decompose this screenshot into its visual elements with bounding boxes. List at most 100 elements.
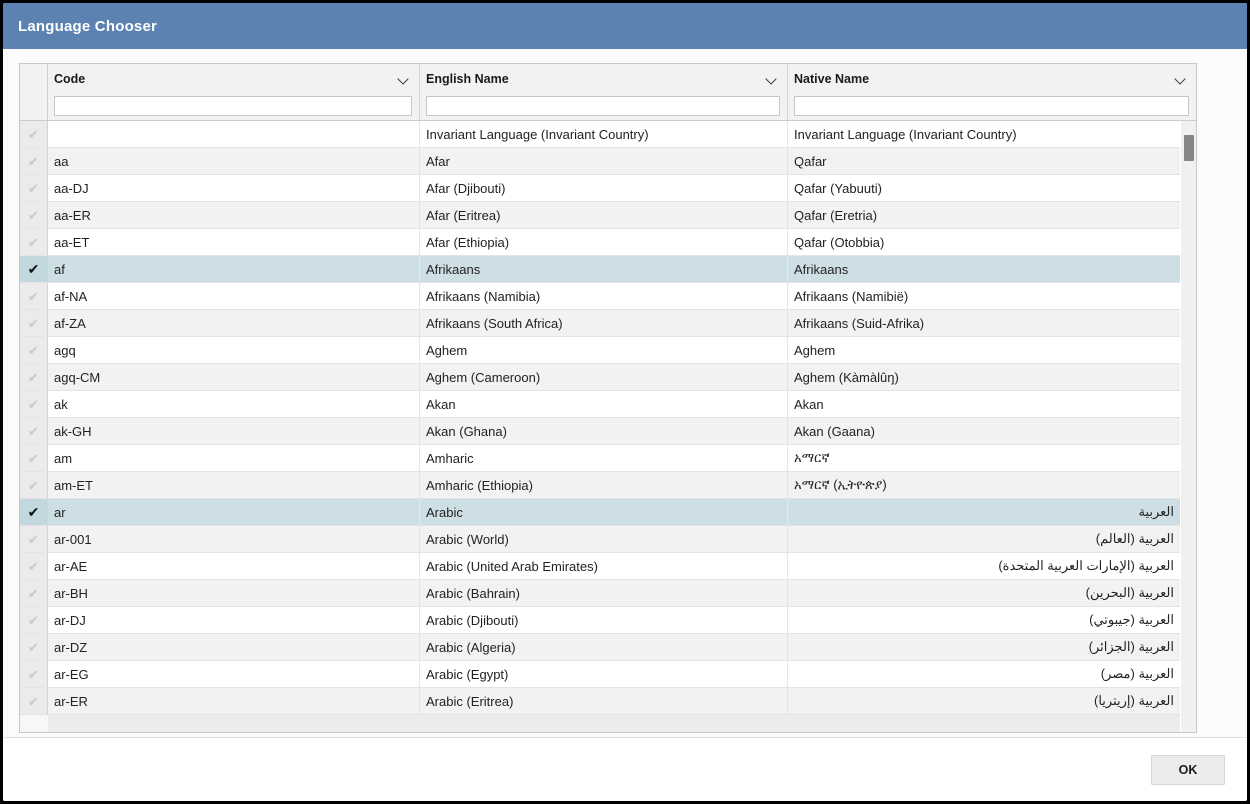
column-header-native[interactable]: Native Name [788,64,1196,120]
table-row[interactable]: ✔agqAghemAghem [20,337,1180,364]
row-checkbox-cell[interactable]: ✔ [20,337,48,363]
table-row[interactable]: ✔af-ZAAfrikaans (South Africa)Afrikaans … [20,310,1180,337]
table-row[interactable]: ✔aa-ERAfar (Eritrea)Qafar (Eretria) [20,202,1180,229]
cell-native-name: Afrikaans [788,256,1180,282]
vertical-scrollbar-thumb[interactable] [1184,135,1194,161]
table-row[interactable]: ✔ar-DZArabic (Algeria)العربية (الجزائر) [20,634,1180,661]
cell-english-name: Afrikaans (South Africa) [420,310,788,336]
chevron-down-icon[interactable] [765,72,779,86]
ok-button[interactable]: OK [1151,755,1225,785]
table-row[interactable]: ✔ar-AEArabic (United Arab Emirates)العرب… [20,553,1180,580]
cell-native-name: Akan [788,391,1180,417]
row-checkbox-cell[interactable]: ✔ [20,553,48,579]
column-header-english[interactable]: English Name [420,64,788,120]
table-row[interactable]: ✔akAkanAkan [20,391,1180,418]
checkmark-icon-unchecked: ✔ [28,425,39,438]
chevron-down-icon[interactable] [1174,72,1188,86]
row-checkbox-cell[interactable]: ✔ [20,445,48,471]
cell-english-name: Afrikaans (Namibia) [420,283,788,309]
table-row[interactable]: ✔ar-001Arabic (World)العربية (العالم) [20,526,1180,553]
cell-code: ar-AE [48,553,420,579]
checkmark-icon-unchecked: ✔ [28,236,39,249]
cell-code: aa [48,148,420,174]
table-row[interactable]: ✔ar-EGArabic (Egypt)العربية (مصر) [20,661,1180,688]
checkmark-icon-unchecked: ✔ [28,452,39,465]
cell-english-name: Arabic (Bahrain) [420,580,788,606]
checkmark-icon-checked: ✔ [28,262,40,276]
dialog-body: CodeEnglish NameNative Name ✔ Invariant L… [3,49,1247,737]
table-row[interactable]: ✔ar-ERArabic (Eritrea)العربية (إريتريا) [20,688,1180,715]
chevron-down-icon[interactable] [397,72,411,86]
cell-native-name: Qafar (Otobbia) [788,229,1180,255]
table-row[interactable]: ✔ar-BHArabic (Bahrain)العربية (البحرين) [20,580,1180,607]
vertical-scrollbar[interactable] [1180,121,1196,732]
table-row[interactable]: ✔ar-DJArabic (Djibouti)العربية (جيبوتي) [20,607,1180,634]
cell-code: aa-DJ [48,175,420,201]
cell-native-name: Afrikaans (Namibië) [788,283,1180,309]
row-checkbox-cell[interactable]: ✔ [20,175,48,201]
cell-code: ar-ER [48,688,420,714]
cell-native-name: Aghem (Kàmàlûŋ) [788,364,1180,390]
cell-code: am-ET [48,472,420,498]
cell-english-name: Aghem (Cameroon) [420,364,788,390]
row-checkbox-cell[interactable]: ✔ [20,688,48,714]
filter-input-native[interactable] [794,96,1189,116]
row-checkbox-cell[interactable]: ✔ [20,364,48,390]
table-row[interactable]: ✔arArabicالعربية [20,499,1180,526]
table-row[interactable]: ✔aa-DJAfar (Djibouti)Qafar (Yabuuti) [20,175,1180,202]
cell-native-name: العربية (جيبوتي) [788,607,1180,633]
cell-english-name: Aghem [420,337,788,363]
table-row[interactable]: ✔ak-GHAkan (Ghana)Akan (Gaana) [20,418,1180,445]
filter-wrapper [48,94,419,118]
row-checkbox-cell[interactable]: ✔ [20,256,48,282]
checkmark-icon-unchecked: ✔ [28,560,39,573]
language-chooser-dialog: Language Chooser CodeEnglish NameNative … [2,2,1248,802]
filter-input-code[interactable] [54,96,412,116]
row-checkbox-cell[interactable]: ✔ [20,148,48,174]
cell-native-name: العربية (البحرين) [788,580,1180,606]
table-row[interactable]: ✔agq-CMAghem (Cameroon)Aghem (Kàmàlûŋ) [20,364,1180,391]
cell-native-name: Qafar [788,148,1180,174]
row-checkbox-cell[interactable]: ✔ [20,661,48,687]
row-checkbox-cell[interactable]: ✔ [20,202,48,228]
table-row[interactable]: ✔Invariant Language (Invariant Country)I… [20,121,1180,148]
table-row[interactable]: ✔afAfrikaansAfrikaans [20,256,1180,283]
row-checkbox-cell[interactable]: ✔ [20,634,48,660]
cell-native-name: العربية (الإمارات العربية المتحدة) [788,553,1180,579]
row-checkbox-cell[interactable]: ✔ [20,472,48,498]
blank-cell [48,715,420,732]
row-checkbox-cell[interactable]: ✔ [20,607,48,633]
row-checkbox-cell[interactable]: ✔ [20,391,48,417]
row-checkbox-cell[interactable]: ✔ [20,580,48,606]
table-row[interactable]: ✔amAmharicአማርኛ [20,445,1180,472]
grid-scroll-region[interactable]: ✔Invariant Language (Invariant Country)I… [20,121,1196,732]
row-checkbox-cell[interactable]: ✔ [20,310,48,336]
checkmark-icon-unchecked: ✔ [28,479,39,492]
cell-code: af-ZA [48,310,420,336]
filter-wrapper [788,94,1196,118]
row-checkbox-cell[interactable]: ✔ [20,283,48,309]
checkmark-icon-unchecked: ✔ [28,155,39,168]
row-checkbox-cell[interactable]: ✔ [20,121,48,147]
table-row[interactable]: ✔am-ETAmharic (Ethiopia)አማርኛ (ኢትዮጵያ) [20,472,1180,499]
row-checkbox-cell[interactable]: ✔ [20,418,48,444]
filter-wrapper [420,94,787,118]
table-row[interactable]: ✔af-NAAfrikaans (Namibia)Afrikaans (Nami… [20,283,1180,310]
row-checkbox-cell[interactable]: ✔ [20,499,48,525]
cell-native-name: Akan (Gaana) [788,418,1180,444]
table-row[interactable]: ✔aaAfarQafar [20,148,1180,175]
cell-native-name: Invariant Language (Invariant Country) [788,121,1180,147]
cell-english-name: Arabic (Djibouti) [420,607,788,633]
filter-input-english[interactable] [426,96,780,116]
table-row[interactable]: ✔aa-ETAfar (Ethiopia)Qafar (Otobbia) [20,229,1180,256]
cell-native-name: العربية (العالم) [788,526,1180,552]
title-bar: Language Chooser [3,3,1247,49]
checkmark-icon-unchecked: ✔ [28,371,39,384]
checkmark-icon-unchecked: ✔ [28,398,39,411]
row-checkbox-cell[interactable]: ✔ [20,526,48,552]
checkmark-icon-unchecked: ✔ [28,533,39,546]
table-row-blank [20,715,1180,732]
cell-english-name: Akan [420,391,788,417]
row-checkbox-cell[interactable]: ✔ [20,229,48,255]
column-header-code[interactable]: Code [48,64,420,120]
